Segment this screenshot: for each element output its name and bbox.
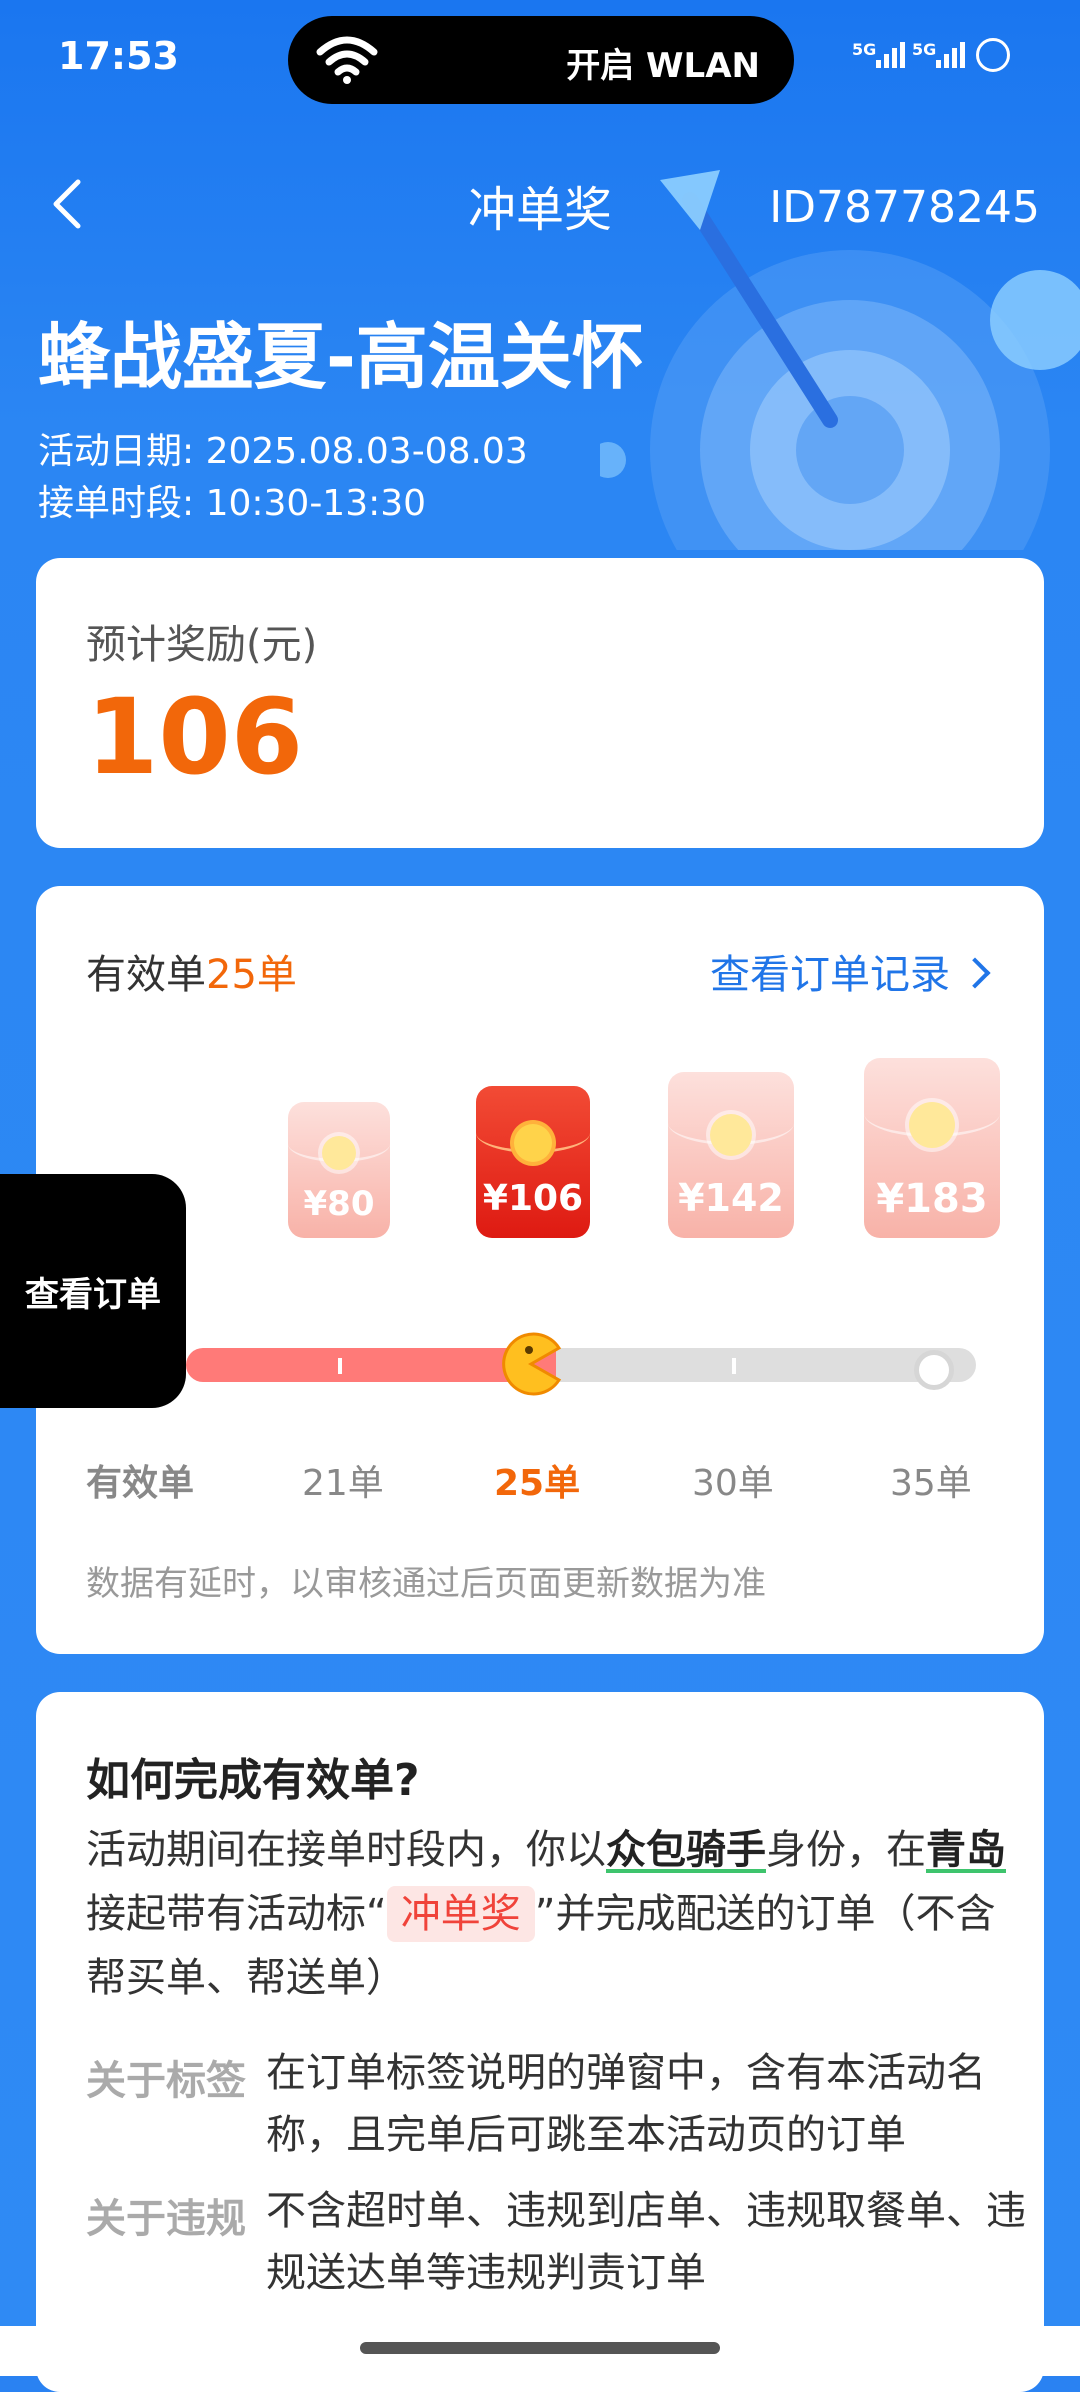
progress-end-marker (914, 1350, 954, 1390)
envelope-amount: ¥183 (876, 1176, 988, 1222)
view-order-records-label: 查看订单记录 (710, 952, 950, 998)
chevron-right-icon (959, 957, 991, 989)
clock: 17:53 (58, 34, 179, 78)
tier-orders-25: 25单 (494, 1463, 581, 1504)
progress-tick (732, 1358, 736, 1374)
reward-envelope-106: ¥106 (476, 1086, 590, 1238)
data-delay-note: 数据有延时，以审核通过后页面更新数据为准 (86, 1564, 766, 1604)
progress-marker-icon (502, 1332, 562, 1396)
activity-name: 蜂战盛夏-高温关怀 (38, 315, 644, 399)
reward-label: 预计奖励(元) (86, 622, 318, 668)
signal-5g-label-1: 5G (852, 40, 877, 59)
rules-text: 身份，在 (766, 1827, 926, 1873)
tier-orders-21: 21单 (302, 1463, 384, 1504)
valid-orders-summary: 有效单25单 (86, 942, 297, 1000)
reward-envelope-183: ¥183 (864, 1058, 1000, 1238)
highlight-rider-type: 众包骑手 (606, 1827, 766, 1873)
wlan-prompt: 开启 WLAN (566, 46, 760, 86)
progress-tick (338, 1358, 342, 1374)
rules-text: 活动期间在接单时段内，你以 (86, 1827, 606, 1873)
valid-orders-label: 有效单 (86, 952, 206, 998)
view-orders-float-button[interactable]: 查看订单 (0, 1174, 186, 1408)
status-bar: 17:53 开启 WLAN 5G 5G (0, 0, 1080, 120)
view-order-records-link[interactable]: 查看订单记录 (710, 942, 991, 1000)
tier-orders-35: 35单 (890, 1463, 972, 1504)
reward-card: 预计奖励(元) 106 (36, 558, 1044, 848)
signal-bars-icon (936, 42, 965, 68)
highlight-city: 青岛 (926, 1827, 1006, 1873)
rule-label-tag: 关于标签 (86, 2058, 246, 2104)
activity-date: 活动日期: 2025.08.03-08.03 (38, 431, 528, 472)
rule-label-violation: 关于违规 (86, 2196, 246, 2242)
progress-card: 有效单25单 查看订单记录 金额 ¥80 ¥106 ¥142 ¥183 有效单 … (36, 886, 1044, 1654)
orders-axis-label: 有效单 (86, 1463, 195, 1504)
dynamic-island: 开启 WLAN (288, 16, 794, 104)
rules-description: 活动期间在接单时段内，你以众包骑手身份，在青岛接起带有活动标“ 冲单奖 ”并完成配送… (86, 1818, 1006, 2010)
coin-icon (909, 1102, 955, 1148)
rule-text-violation: 不含超时单、违规到店单、违规取餐单、违规送达单等违规判责订单 (266, 2188, 1026, 2296)
reward-envelope-142: ¥142 (668, 1072, 794, 1238)
battery-icon (976, 38, 1010, 72)
rules-title: 如何完成有效单? (86, 1755, 420, 1806)
wifi-icon (316, 36, 378, 84)
reward-value: 106 (86, 676, 304, 798)
signal-5g-label-2: 5G (912, 40, 937, 59)
activity-time-slot: 接单时段: 10:30-13:30 (38, 483, 427, 524)
envelope-amount: ¥80 (303, 1184, 375, 1224)
rules-card: 如何完成有效单? 活动期间在接单时段内，你以众包骑手身份，在青岛接起带有活动标“… (36, 1692, 1044, 2392)
home-indicator[interactable] (360, 2342, 720, 2354)
rules-text: 接起带有活动标“ (86, 1891, 387, 1937)
envelope-amount: ¥142 (678, 1176, 784, 1220)
tier-orders-30: 30单 (692, 1463, 774, 1504)
envelope-amount: ¥106 (482, 1178, 584, 1219)
valid-orders-count: 25单 (206, 952, 297, 998)
coin-icon (710, 1114, 752, 1156)
progress-track (536, 1348, 976, 1382)
coin-icon (514, 1124, 552, 1162)
rider-id: ID78778245 (769, 182, 1040, 233)
rule-text-tag: 在订单标签说明的弹窗中，含有本活动名称，且完单后可跳至本活动页的订单 (266, 2050, 986, 2158)
coin-icon (322, 1136, 356, 1170)
signal-bars-icon (876, 42, 905, 68)
activity-tag: 冲单奖 (386, 1886, 535, 1942)
reward-envelope-80: ¥80 (288, 1102, 390, 1238)
